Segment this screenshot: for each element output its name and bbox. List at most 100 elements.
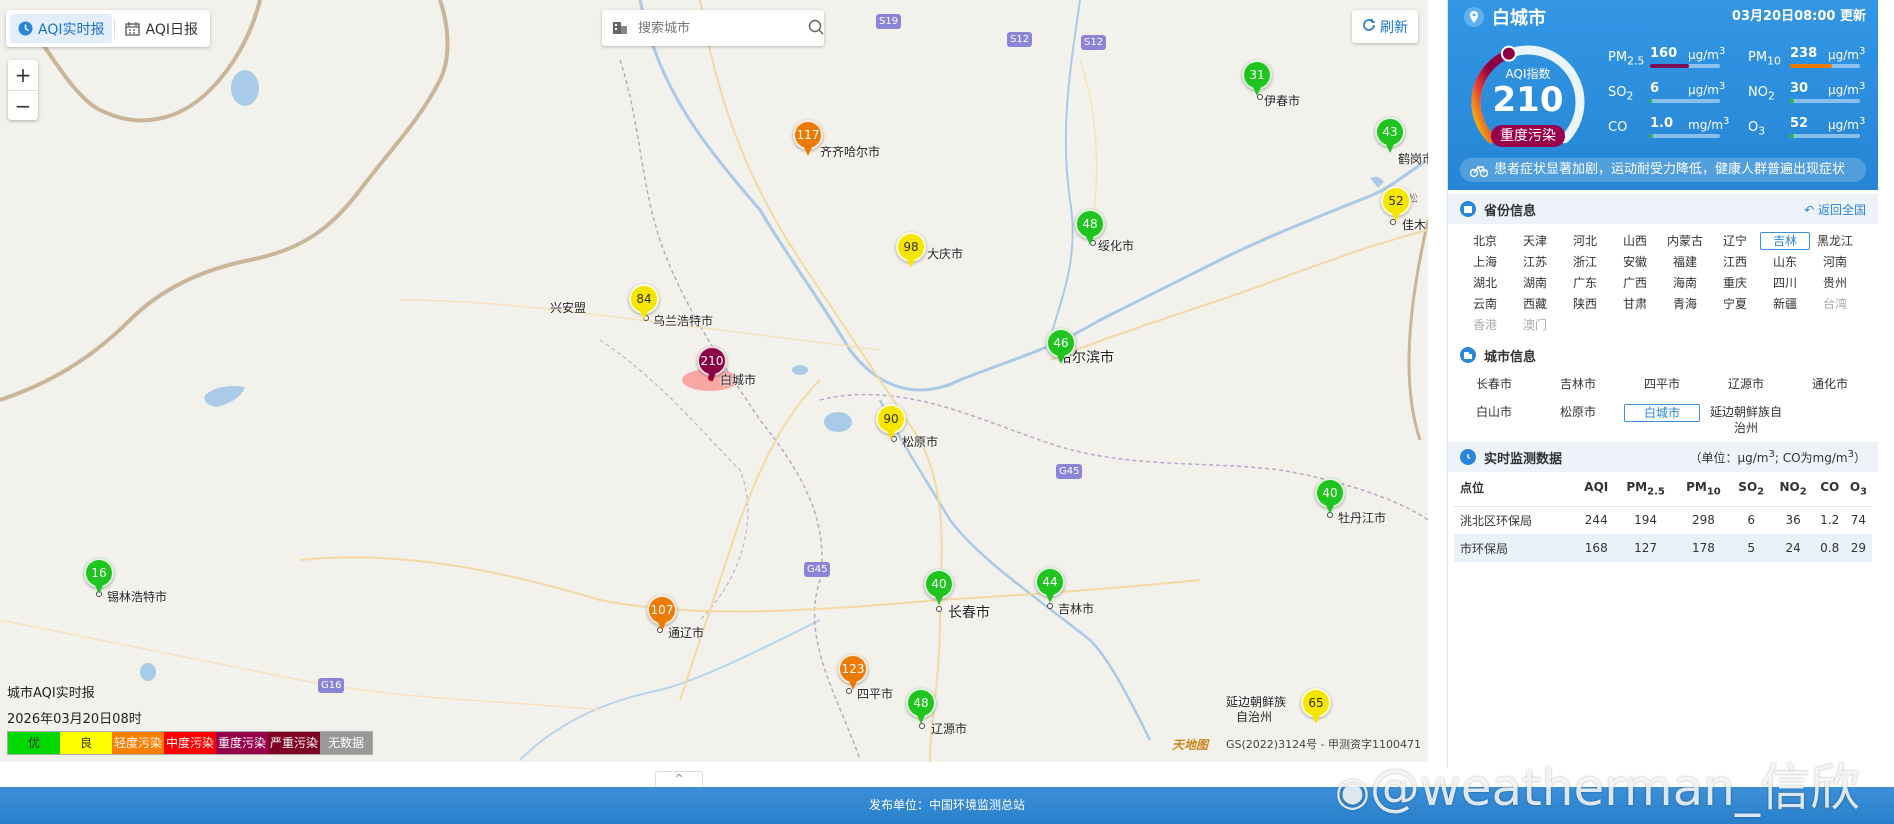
province-item[interactable]: 西藏 [1510,295,1560,313]
refresh-icon [1362,18,1376,36]
aqi-marker[interactable]: 107 [647,595,677,633]
refresh-label: 刷新 [1380,19,1408,36]
aqi-marker[interactable]: 40 [1315,478,1345,516]
province-item[interactable]: 甘肃 [1610,295,1660,313]
city-label: 自治州 [1236,710,1273,724]
aqi-marker[interactable]: 40 [924,569,954,607]
aqi-marker[interactable]: 90 [876,404,906,442]
province-item[interactable]: 北京 [1460,232,1510,250]
city-item[interactable]: 白山市 [1452,404,1536,436]
province-item[interactable]: 吉林 [1760,232,1810,250]
province-item[interactable]: 福建 [1660,253,1710,271]
city-label: 长春市 [948,605,990,621]
footer-publisher: 发布单位：中国环境监测总站 [868,798,1025,812]
back-to-national-label: 返回全国 [1817,202,1866,217]
table-cell: 74 [1850,513,1867,528]
province-item[interactable]: 四川 [1760,274,1810,292]
city-item[interactable]: 松原市 [1536,404,1620,436]
refresh-button[interactable]: 刷新 [1352,10,1418,43]
city-label: 大庆市 [927,247,964,261]
aqi-marker[interactable]: 65 [1301,688,1331,726]
city-item[interactable]: 长春市 [1452,376,1536,392]
city-detail-panel: 白城市 03月20日08:00 更新 AQI指数 210 重度污染 PM2.5 … [1447,0,1878,768]
aqi-marker[interactable]: 43 [1375,117,1405,155]
aqi-marker[interactable]: 48 [1075,209,1105,247]
province-list: 北京 天津 河北 山西 内蒙古 辽宁 吉林 黑龙江上海 江苏 浙江 安徽 福建 江西 山东 河南湖北 湖南 广东… [1460,232,1870,334]
province-item[interactable]: 广西 [1610,274,1660,292]
province-item[interactable]: 内蒙古 [1660,232,1710,250]
map-area[interactable]: S19 S12 S12 G45 G45 G16 伊春市 鹤岗市 齐齐哈尔市 佳木… [0,0,1428,762]
aqi-marker[interactable]: 84 [629,284,659,322]
zoom-in-button[interactable]: + [8,60,38,90]
city-item[interactable]: 通化市 [1788,376,1872,392]
table-cell: 5 [1730,534,1772,562]
province-item[interactable]: 湖南 [1510,274,1560,292]
province-item[interactable]: 江西 [1710,253,1760,271]
monitor-unit-note: （单位：μg/m3; CO为mg/m3） [1689,448,1867,465]
province-item[interactable]: 海南 [1660,274,1710,292]
province-item[interactable]: 重庆 [1710,274,1760,292]
city-item[interactable]: 白城市 [1624,404,1700,422]
aqi-marker[interactable]: 46 [1046,328,1076,366]
aqi-marker[interactable]: 210 [697,346,727,384]
province-item[interactable]: 湖北 [1460,274,1510,292]
legend-item: 中度污染 [164,732,216,754]
location-pin-icon [1464,7,1484,27]
aqi-marker[interactable]: 44 [1035,567,1065,605]
province-item[interactable]: 天津 [1510,232,1560,250]
province-item[interactable]: 宁夏 [1710,295,1760,313]
table-row[interactable]: 市环保局 168 127 178 5 24 0.8 29 [1454,534,1872,562]
province-item[interactable]: 安徽 [1610,253,1660,271]
table-row[interactable]: 洮北区环保局 244 194 298 6 36 1.2 74 [1454,506,1872,534]
aqi-marker[interactable]: 123 [838,654,868,692]
province-item[interactable]: 黑龙江 [1810,232,1860,250]
building-icon [612,19,628,38]
pollutant-name: O3 [1748,120,1766,138]
province-item[interactable]: 河北 [1560,232,1610,250]
province-item[interactable]: 云南 [1460,295,1510,313]
update-time: 03月20日08:00 更新 [1731,9,1866,24]
province-item[interactable]: 陕西 [1560,295,1610,313]
pollutant-name: SO2 [1608,85,1634,103]
province-item[interactable]: 山东 [1760,253,1810,271]
aqi-marker[interactable]: 117 [793,120,823,158]
province-item[interactable]: 山西 [1610,232,1660,250]
city-label: 齐齐哈尔市 [820,145,881,159]
pollutant-unit: mg/m3 [1688,116,1730,132]
province-item[interactable]: 新疆 [1760,295,1810,313]
province-item[interactable]: 江苏 [1510,253,1560,271]
city-item[interactable]: 延边朝鲜族自治州 [1704,404,1788,436]
zoom-out-button[interactable]: − [8,90,38,120]
monitor-table-header: 点位 AQI PM2.5 PM10 SO2 NO2 CO O3 [1454,472,1872,507]
table-cell: 1.2 [1820,513,1840,528]
aqi-level-badge: 重度污染 [1491,125,1565,147]
collapse-handle[interactable]: ^ [655,771,703,787]
search-icon[interactable] [808,19,824,38]
province-item[interactable]: 贵州 [1810,274,1860,292]
city-item[interactable]: 吉林市 [1536,376,1620,392]
table-cell: 6 [1747,513,1756,528]
city-title: 白城市 [1464,4,1546,30]
province-item[interactable]: 辽宁 [1710,232,1760,250]
province-icon [1460,201,1476,217]
pollutant-bar [1650,99,1720,103]
column-header: SO2 [1730,472,1772,507]
city-item[interactable]: 四平市 [1620,376,1704,392]
province-item[interactable]: 上海 [1460,253,1510,271]
tab-aqi-realtime[interactable]: AQI实时报 [10,14,113,43]
province-item[interactable]: 青海 [1660,295,1710,313]
province-item[interactable]: 浙江 [1560,253,1610,271]
aqi-marker[interactable]: 31 [1242,60,1272,98]
monitor-table-body: 洮北区环保局 244 194 298 6 36 1.2 74 市环保局 168 127 178 5 24 0… [1454,506,1872,562]
aqi-marker[interactable]: 16 [84,558,114,596]
city-item[interactable]: 辽源市 [1704,376,1788,392]
tab-aqi-daily[interactable]: AQI日报 [117,14,205,43]
province-item[interactable]: 广东 [1560,274,1610,292]
pollutant-value: 30 [1790,81,1809,96]
province-item[interactable]: 河南 [1810,253,1860,271]
back-to-national-link[interactable]: ↶ 返回全国 [1804,201,1866,218]
aqi-marker[interactable]: 98 [896,232,926,270]
city-search-input[interactable] [638,20,808,36]
aqi-marker[interactable]: 52 [1381,186,1411,224]
aqi-marker[interactable]: 48 [906,688,936,726]
